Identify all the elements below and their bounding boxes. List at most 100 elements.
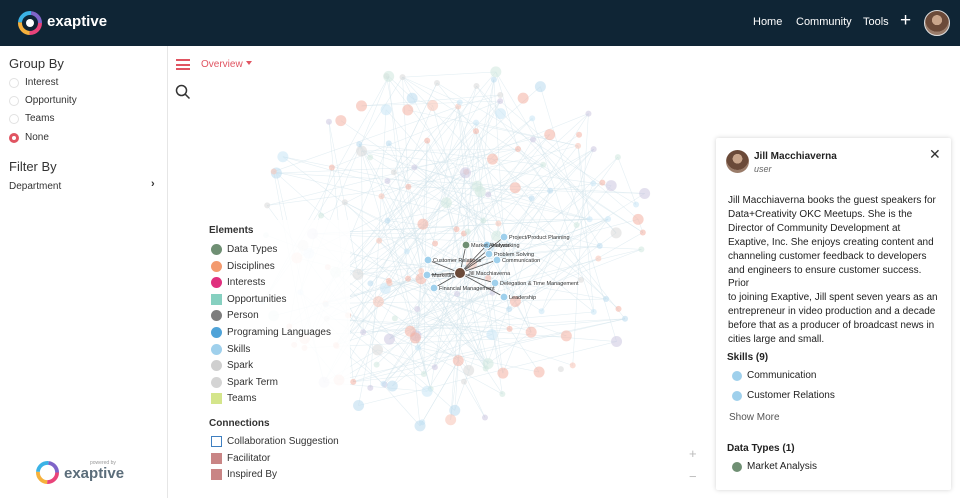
- radio-label: Opportunity: [25, 95, 77, 106]
- profile-avatar: [726, 150, 749, 173]
- bio-line: to joining Exaptive, Jill spent seven ye…: [728, 292, 938, 304]
- graph-edge: [358, 341, 617, 406]
- graph-node: [386, 380, 398, 392]
- graph-node: [445, 414, 457, 426]
- graph-edge: [463, 381, 486, 418]
- graph-node: [575, 142, 582, 149]
- legend-swatch: [211, 469, 222, 480]
- graph-node: [386, 280, 393, 287]
- graph-node: [453, 226, 460, 233]
- legend-swatch: [211, 327, 222, 338]
- radio-button-selected[interactable]: [9, 133, 19, 143]
- graph-node: [433, 79, 440, 86]
- graph-edge: [361, 150, 364, 333]
- graph-node: [325, 118, 332, 125]
- bio-line: before that as a producer of broadcast n…: [728, 320, 935, 332]
- plus-icon[interactable]: +: [900, 11, 911, 31]
- graph-node: [610, 227, 622, 239]
- graph-node: [356, 141, 363, 148]
- graph-node: [599, 179, 606, 186]
- graph-node: [406, 92, 418, 104]
- legend-label: Inspired By: [227, 469, 278, 480]
- nav-tools[interactable]: Tools: [863, 16, 889, 28]
- radio-button[interactable]: [9, 78, 19, 88]
- graph-node-highlight: [499, 292, 509, 302]
- graph-node: [573, 222, 580, 229]
- legend-label: Interests: [227, 277, 266, 288]
- radio-label: None: [25, 132, 49, 143]
- graph-node: [356, 145, 368, 157]
- graph-node: [335, 115, 347, 127]
- graph-node: [534, 81, 546, 93]
- graph-node: [460, 378, 467, 385]
- graph-node: [495, 220, 502, 227]
- graph-node: [432, 240, 439, 247]
- legend-swatch: [211, 344, 222, 355]
- graph-node-label: Customer Relations: [433, 258, 482, 264]
- exaptive-logo-icon[interactable]: [18, 11, 42, 35]
- graph-node: [633, 201, 640, 208]
- radio-button[interactable]: [9, 114, 19, 124]
- graph-edge: [273, 106, 459, 172]
- skill-icon: [732, 371, 742, 381]
- graph-node: [495, 108, 507, 120]
- graph-node: [427, 99, 439, 111]
- graph-node: [497, 367, 509, 379]
- profile-role: user: [754, 164, 772, 174]
- graph-node: [506, 306, 513, 313]
- graph-node: [390, 169, 397, 176]
- graph-node: [405, 183, 412, 190]
- graph-node: [538, 308, 545, 315]
- legend-label: Spark Term: [227, 377, 278, 388]
- legend-swatch: [211, 453, 222, 464]
- zoom-out-button[interactable]: −: [689, 469, 697, 484]
- graph-node: [485, 191, 492, 198]
- show-more-link[interactable]: Show More: [729, 412, 780, 423]
- nav-home[interactable]: Home: [753, 16, 782, 28]
- data-type-icon: [732, 462, 742, 472]
- legend-label: Disciplines: [227, 261, 275, 272]
- data-types-heading: Data Types (1): [727, 443, 795, 454]
- legend-label: Opportunities: [227, 294, 287, 305]
- logo-text[interactable]: exaptive: [47, 13, 107, 30]
- graph-node: [487, 153, 499, 165]
- legend-swatch: [211, 277, 222, 288]
- graph-edge: [434, 79, 495, 368]
- sidebar: Group By Interest Opportunity Teams None…: [0, 46, 168, 498]
- legend-label: Facilitator: [227, 453, 271, 464]
- graph-node: [264, 202, 271, 209]
- chevron-right-icon[interactable]: ›: [151, 178, 155, 190]
- graph-node: [590, 180, 597, 187]
- graph-node: [385, 140, 392, 147]
- graph-node: [544, 129, 556, 141]
- graph-node: [380, 104, 392, 116]
- graph-node: [481, 414, 488, 421]
- legend-label: Programing Languages: [227, 327, 331, 338]
- graph-node: [328, 164, 335, 171]
- legend-label: Collaboration Suggestion: [227, 436, 339, 447]
- graph-node: [383, 333, 395, 345]
- graph-node: [638, 246, 645, 253]
- filter-department[interactable]: Department: [9, 181, 61, 192]
- graph-node: [490, 66, 502, 78]
- skill-icon: [732, 391, 742, 401]
- zoom-in-button[interactable]: +: [689, 446, 697, 461]
- graph-node: [639, 229, 646, 236]
- graph-node: [490, 76, 497, 83]
- close-icon[interactable]: ✕: [929, 146, 941, 163]
- filter-by-heading: Filter By: [9, 159, 57, 174]
- graph-node: [482, 358, 494, 370]
- user-avatar[interactable]: [924, 10, 950, 36]
- graph-node: [353, 399, 365, 411]
- graph-node: [367, 384, 374, 391]
- radio-button[interactable]: [9, 96, 19, 106]
- graph-edge: [540, 86, 617, 342]
- graph-node: [391, 315, 398, 322]
- graph-node: [372, 296, 384, 308]
- profile-name[interactable]: Jill Macchiaverna: [754, 151, 837, 162]
- top-navigation-bar: exaptive Home Community Tools +: [0, 0, 960, 46]
- legend-label: Skills: [227, 344, 251, 355]
- nav-community[interactable]: Community: [796, 16, 852, 28]
- graph-edge: [402, 71, 496, 78]
- graph-node: [341, 199, 348, 206]
